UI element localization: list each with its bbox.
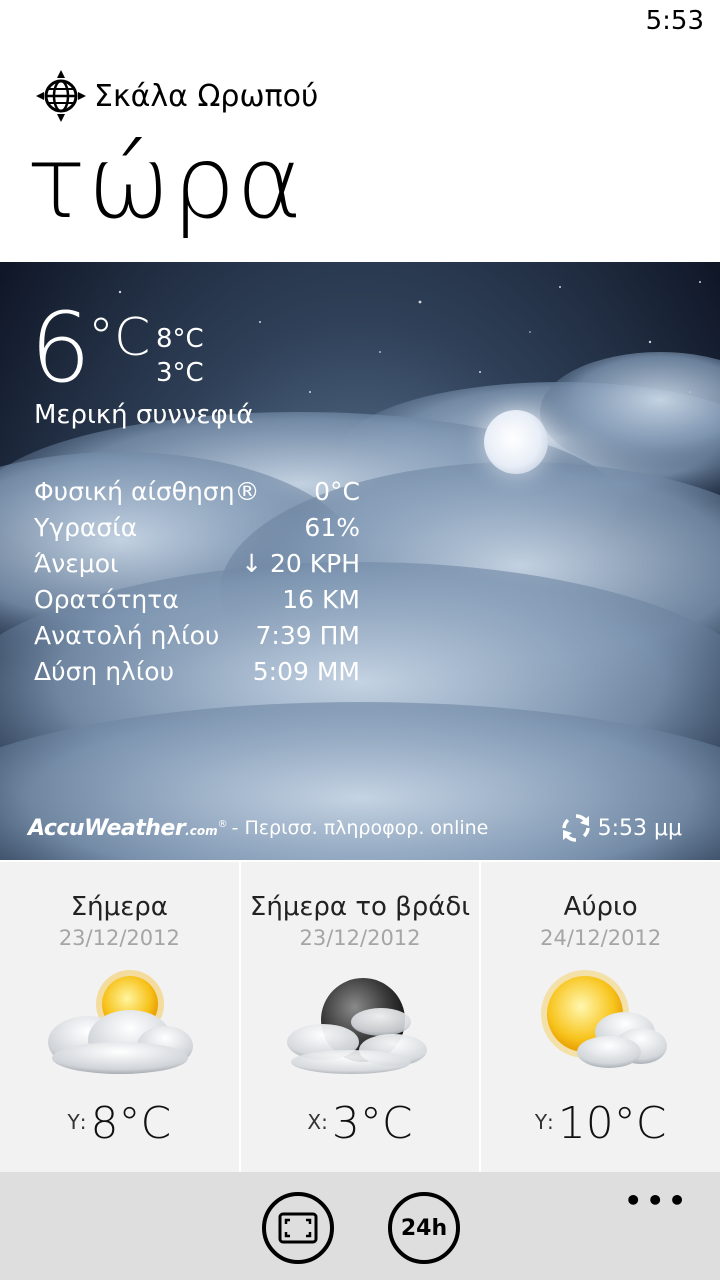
details-list: Φυσική αίσθηση® 0°C Υγρασία 61% Άνεμοι ↓… xyxy=(34,474,360,690)
sun-cloud-icon xyxy=(541,970,668,1068)
detail-row-humidity: Υγρασία 61% xyxy=(34,510,360,546)
refresh-button[interactable]: 5:53 μμ xyxy=(560,812,682,844)
partly-cloudy-sun-icon xyxy=(48,970,193,1074)
detail-value: 0°C xyxy=(314,477,360,506)
detail-label: Ανατολή ηλίου xyxy=(34,621,220,650)
accuweather-logo-suffix: .com xyxy=(185,824,218,838)
fullscreen-button[interactable] xyxy=(262,1192,334,1264)
forecast-card-tomorrow[interactable]: Αύριο 24/12/2012 Υ: 10°C xyxy=(481,862,720,1172)
partly-cloudy-moon-icon xyxy=(286,978,427,1074)
refresh-icon xyxy=(561,814,590,842)
forecast-temp: Χ: 3°C xyxy=(241,1098,480,1149)
hero-footer: AccuWeather .com ® - Περισσ. πληροφορ. o… xyxy=(28,812,692,844)
temperature-high: 8°C xyxy=(156,324,204,354)
detail-value: 61% xyxy=(304,513,360,542)
fullscreen-icon xyxy=(278,1212,318,1244)
forecast-title: Σήμερα xyxy=(70,892,168,922)
temperature-low: 3°C xyxy=(156,358,204,388)
detail-label: Φυσική αίσθηση® xyxy=(34,477,260,506)
detail-row-wind: Άνεμοι ↓ 20 ΚΡΗ xyxy=(34,546,360,582)
forecast-temp-prefix: Υ: xyxy=(67,1110,87,1134)
app-bar: 24h ••• xyxy=(0,1172,720,1280)
forecast-date: 23/12/2012 xyxy=(299,926,421,950)
detail-value: 7:39 ΠΜ xyxy=(255,621,360,650)
more-info-link[interactable]: - Περισσ. πληροφορ. online xyxy=(232,817,489,839)
current-conditions-content: 6 °C 8°C 3°C Μερική συννεφιά Φυσική αίσθ… xyxy=(0,0,720,860)
forecast-temp-value: 10°C xyxy=(557,1098,667,1149)
detail-row-sunrise: Ανατολή ηλίου 7:39 ΠΜ xyxy=(34,618,360,654)
forecast-temp-value: 3°C xyxy=(331,1098,413,1149)
condition-text: Μερική συννεφιά xyxy=(34,400,254,430)
forecast-temp-prefix: Υ: xyxy=(534,1110,554,1134)
detail-label: Άνεμοι xyxy=(34,549,119,578)
detail-label: Ορατότητα xyxy=(34,585,179,614)
hourly-24h-button[interactable]: 24h xyxy=(388,1192,460,1264)
forecast-card-today[interactable]: Σήμερα 23/12/2012 Υ: 8°C xyxy=(0,862,241,1172)
detail-row-feels-like: Φυσική αίσθηση® 0°C xyxy=(34,474,360,510)
forecast-date: 24/12/2012 xyxy=(540,926,662,950)
forecast-temp-value: 8°C xyxy=(90,1098,172,1149)
last-updated-time: 5:53 μμ xyxy=(597,815,682,841)
detail-label: Δύση ηλίου xyxy=(34,657,175,686)
detail-value: 16 ΚΜ xyxy=(282,585,360,614)
current-temperature-unit: °C xyxy=(88,308,151,368)
detail-label: Υγρασία xyxy=(34,513,138,542)
more-options-button[interactable]: ••• xyxy=(624,1184,690,1217)
current-temperature: 6 xyxy=(30,292,92,404)
forecast-temp: Υ: 10°C xyxy=(481,1098,720,1149)
forecast-temp-prefix: Χ: xyxy=(307,1110,328,1134)
accuweather-logo[interactable]: AccuWeather xyxy=(28,816,186,841)
forecast-temp: Υ: 8°C xyxy=(0,1098,239,1149)
registered-mark: ® xyxy=(217,818,228,830)
detail-row-sunset: Δύση ηλίου 5:09 ΜΜ xyxy=(34,654,360,690)
forecast-date: 23/12/2012 xyxy=(58,926,180,950)
hourly-24h-label: 24h xyxy=(400,1215,448,1241)
forecast-strip: Σήμερα 23/12/2012 Υ: 8°C Σήμερα το βράδι… xyxy=(0,862,720,1172)
detail-value: ↓ 20 ΚΡΗ xyxy=(241,549,360,578)
forecast-card-tonight[interactable]: Σήμερα το βράδι 23/12/2012 Χ: 3°C xyxy=(240,862,482,1172)
detail-row-visibility: Ορατότητα 16 ΚΜ xyxy=(34,582,360,618)
detail-value: 5:09 ΜΜ xyxy=(252,657,360,686)
forecast-title: Σήμερα το βράδι xyxy=(249,892,471,922)
forecast-title: Αύριο xyxy=(563,892,638,922)
